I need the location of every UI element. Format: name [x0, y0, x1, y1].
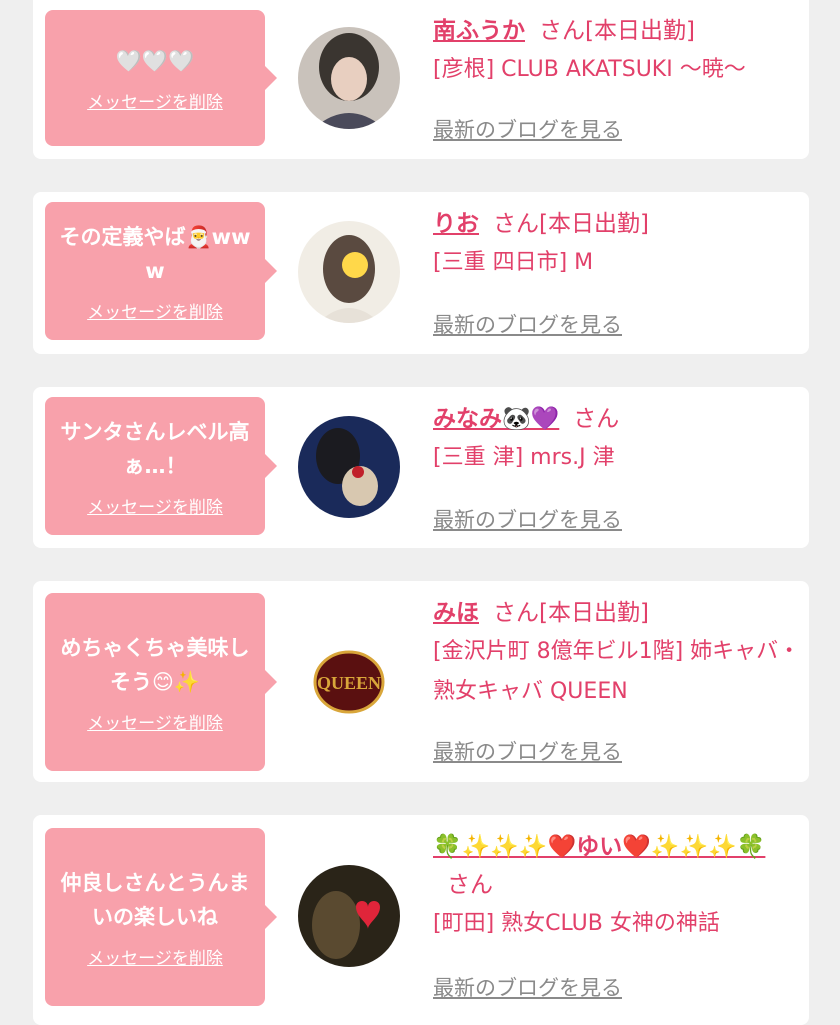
avatar[interactable] [298, 221, 400, 323]
profile-info: 🍀✨✨✨❤️ゆい❤️✨✨✨🍀 さん [町田] 熟女CLUB 女神の神話 [433, 828, 801, 944]
profile-name-link[interactable]: りお [433, 211, 479, 237]
delete-message-link[interactable]: メッセージを削除 [87, 88, 223, 113]
shop-name: [三重 四日市] M [433, 250, 594, 275]
profile-name-link[interactable]: 南ふうか [433, 18, 525, 44]
profile-info: みほ さん[本日出勤] [金沢片町 8億年ビル1階] 姉キャバ・熟女キャバ QUE… [433, 594, 801, 712]
delete-message-link[interactable]: メッセージを削除 [87, 298, 223, 323]
message-card: サンタさんレベル高ぁ…！ メッセージを削除 みなみ🐼💜 さん [三重 津] mrs… [33, 387, 809, 548]
profile-name-link[interactable]: みなみ🐼💜 [433, 406, 559, 432]
honorific-status: さん[本日出勤] [539, 18, 695, 44]
latest-blog-link[interactable]: 最新のブログを見る [433, 309, 622, 339]
latest-blog-link[interactable]: 最新のブログを見る [433, 972, 622, 1002]
delete-message-link[interactable]: メッセージを削除 [87, 709, 223, 734]
profile-name-link[interactable]: みほ [433, 600, 479, 626]
avatar-logo-text: QUEEN [317, 673, 381, 693]
message-card: めちゃくちゃ美味しそう😊✨ メッセージを削除 QUEEN みほ さん[本日出勤] … [33, 581, 809, 782]
delete-message-link[interactable]: メッセージを削除 [87, 944, 223, 969]
message-card: 🤍🤍🤍 メッセージを削除 南ふうか さん[本日出勤] [彦根] CLUB AKAT… [33, 0, 809, 159]
avatar[interactable] [298, 416, 400, 518]
profile-name-link[interactable]: 🍀✨✨✨❤️ゆい❤️✨✨✨🍀 [433, 834, 765, 860]
message-bubble: めちゃくちゃ美味しそう😊✨ メッセージを削除 [45, 593, 277, 771]
shop-name: [三重 津] mrs.J 津 [433, 445, 615, 470]
message-card: その定義やば🎅www メッセージを削除 りお さん[本日出勤] [三重 四日市] … [33, 192, 809, 354]
message-bubble: 🤍🤍🤍 メッセージを削除 [45, 10, 277, 146]
message-list: 🤍🤍🤍 メッセージを削除 南ふうか さん[本日出勤] [彦根] CLUB AKAT… [0, 0, 840, 1025]
message-bubble: サンタさんレベル高ぁ…！ メッセージを削除 [45, 397, 277, 535]
honorific-status: さん[本日出勤] [493, 211, 649, 237]
message-text: サンタさんレベル高ぁ…！ [60, 419, 250, 478]
profile-info: 南ふうか さん[本日出勤] [彦根] CLUB AKATSUKI ～暁～ [433, 12, 801, 90]
latest-blog-link[interactable]: 最新のブログを見る [433, 114, 622, 144]
profile-info: りお さん[本日出勤] [三重 四日市] M [433, 205, 801, 283]
avatar[interactable]: QUEEN [298, 631, 400, 733]
message-text: めちゃくちゃ美味しそう😊✨ [60, 635, 250, 694]
profile-info: みなみ🐼💜 さん [三重 津] mrs.J 津 [433, 400, 801, 478]
latest-blog-link[interactable]: 最新のブログを見る [433, 504, 622, 534]
shop-name: [金沢片町 8億年ビル1階] 姉キャバ・熟女キャバ QUEEN [433, 639, 801, 704]
message-bubble: その定義やば🎅www メッセージを削除 [45, 202, 277, 340]
message-bubble: 仲良しさんとうんまいの楽しいね メッセージを削除 [45, 828, 277, 1006]
avatar[interactable] [298, 27, 400, 129]
avatar[interactable] [298, 865, 400, 967]
latest-blog-link[interactable]: 最新のブログを見る [433, 736, 622, 766]
message-text: 仲良しさんとうんまいの楽しいね [60, 870, 250, 929]
shop-name: [彦根] CLUB AKATSUKI ～暁～ [433, 57, 746, 82]
message-card: 仲良しさんとうんまいの楽しいね メッセージを削除 🍀✨✨✨❤️ゆい❤️✨✨✨🍀 さ… [33, 815, 809, 1025]
honorific-status: さん[本日出勤] [493, 600, 649, 626]
shop-name: [町田] 熟女CLUB 女神の神話 [433, 911, 720, 936]
delete-message-link[interactable]: メッセージを削除 [87, 493, 223, 518]
honorific-status: さん [573, 406, 620, 432]
message-text: その定義やば🎅www [59, 224, 251, 283]
honorific-status: さん [447, 872, 493, 898]
message-text: 🤍🤍🤍 [115, 48, 195, 73]
